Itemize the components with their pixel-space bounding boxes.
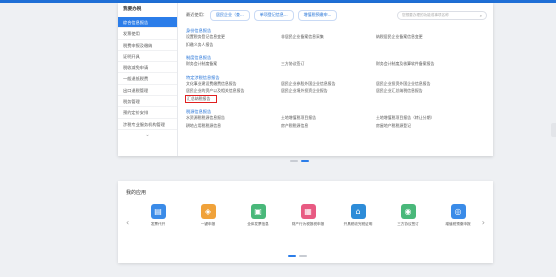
sidebar-item-relief[interactable]: 税收减免申请 — [118, 62, 177, 74]
menu-link[interactable]: 财务会计制度备案 — [186, 61, 281, 68]
chevron-right-icon[interactable]: › — [482, 218, 485, 227]
app-label: 财产行为税报税申报 — [291, 222, 325, 226]
menu-link[interactable]: 非居民企业备案信息采集 — [281, 34, 376, 41]
tax-menu-panel: 我要办税 综合信息报告 发票使用 税费申报及缴纳 证明开具 税收减免申请 一般退… — [118, 3, 493, 156]
app-label: 全体发票信息 — [247, 222, 269, 226]
menu-link[interactable]: 居民企业参股外国企业信息报告 — [281, 81, 376, 88]
menu-link[interactable]: 居民企业投资外国企业信息报告 — [376, 81, 486, 88]
sidebar-item-info-report[interactable]: 综合信息报告 — [118, 17, 177, 29]
app-label: 三方协议签订 — [397, 222, 419, 226]
section-title: 身份信息报告 — [186, 28, 212, 33]
menu-link[interactable]: 纳税居民企业备案信息变更 — [376, 34, 486, 41]
sidebar-item-export-refund[interactable]: 出口退税管理 — [118, 85, 177, 97]
recent-pill[interactable]: 增值税预缴申... — [297, 9, 338, 21]
section-tax-source: 税源信息报告 水资源税税源信息报告 土地增值税项目报告 土地增值税项目报告（转让… — [186, 108, 487, 129]
app-icon: ⌂ — [350, 204, 366, 219]
menu-link[interactable]: 房屋地产税税源登记 — [376, 123, 486, 130]
app-icon: ◎ — [450, 204, 466, 219]
app-tile[interactable]: ▤ 发票代开 — [138, 204, 178, 227]
menu-link-highlighted[interactable]: 汇总纳税报告 — [185, 94, 217, 103]
app-icon: ▦ — [300, 204, 316, 219]
app-tile[interactable]: ▦ 财产行为税报税申报 — [288, 204, 328, 227]
carousel-dot-active[interactable] — [288, 255, 296, 257]
carousel-dot-active[interactable] — [301, 160, 309, 162]
menu-link[interactable]: 居民企业境外投资企业报告 — [281, 88, 376, 95]
sidebar-item-agency[interactable]: 涉税专业服务机构管理 — [118, 119, 177, 130]
app-icon: ◉ — [400, 204, 416, 219]
app-tile[interactable]: ◎ 增值税预缴申报 — [438, 204, 478, 227]
menu-link[interactable]: 土地增值税项目报告 — [281, 115, 376, 122]
chevron-down-icon[interactable]: ⌄ — [118, 132, 177, 138]
apps-carousel-indicator — [288, 255, 307, 257]
sidebar-item-tax-management[interactable]: 税务管理 — [118, 96, 177, 108]
recent-pill[interactable]: 居民企业（查... — [209, 9, 250, 21]
sidebar-item-refund[interactable]: 一般退抵税费 — [118, 73, 177, 85]
my-apps-panel: 我的应用 ‹ › ▤ 发票代开 ◈ 一键申报 ▣ 全体发票信息 ▦ 财产行为税报税申报 ⌂ 开具税… — [118, 181, 493, 263]
menu-content: 最近使用： 居民企业（查... 单项登记信息... 增值税预缴申... 您想要办… — [178, 3, 493, 156]
app-tile[interactable]: ◈ 一键申报 — [188, 204, 228, 227]
sidebar: 我要办税 综合信息报告 发票使用 税费申报及缴纳 证明开具 税收减免申请 一般退… — [118, 3, 178, 156]
chevron-left-icon[interactable]: ‹ — [126, 218, 129, 227]
apps-list: ▤ 发票代开 ◈ 一键申报 ▣ 全体发票信息 ▦ 财产行为税报税申报 ⌂ 开具税收完税证明 ◉ 三方协… — [138, 204, 478, 227]
side-panel-handle[interactable] — [551, 123, 556, 137]
app-label: 开具税收完税证明 — [343, 222, 373, 226]
menu-link[interactable]: 文化事业建设费缴费信息报告 — [186, 81, 281, 88]
sidebar-item-certificate[interactable]: 证明开具 — [118, 51, 177, 63]
app-icon: ▤ — [150, 204, 166, 219]
menu-link[interactable]: 房产税税源信息 — [281, 123, 376, 130]
app-tile[interactable]: ▣ 全体发票信息 — [238, 204, 278, 227]
menu-link[interactable]: 居民企业汇总纳税信息报告 — [376, 88, 486, 95]
menu-link[interactable]: 水资源税税源信息报告 — [186, 115, 281, 122]
sidebar-item-pricing[interactable]: 预约定价安排 — [118, 107, 177, 119]
menu-link[interactable]: 居民企业的资产以及相关信息报告 — [186, 88, 281, 95]
section-special: 特定涉税信息报告 文化事业建设费缴费信息报告 居民企业参股外国企业信息报告 居民… — [185, 74, 487, 103]
sidebar-item-invoice[interactable]: 发票使用 — [118, 28, 177, 40]
carousel-dot[interactable] — [299, 255, 307, 257]
app-label: 增值税预缴申报 — [445, 222, 471, 226]
menu-link[interactable]: 扣缴义务人报告 — [186, 42, 281, 49]
recent-pill[interactable]: 单项登记信息... — [253, 9, 294, 21]
carousel-indicator — [290, 160, 309, 162]
menu-link[interactable]: 设置税务登记信息变更 — [186, 34, 281, 41]
carousel-dot[interactable] — [290, 160, 298, 162]
menu-link[interactable]: 三方协议签订 — [281, 61, 376, 68]
menu-link[interactable]: 财务会计制度及核算软件备案报告 — [376, 61, 486, 68]
app-icon: ▣ — [250, 204, 266, 219]
menu-link[interactable]: 土地增值税项目报告（转让分期） — [376, 115, 486, 122]
search-placeholder: 您想要办理的功能或事项名称 — [402, 12, 449, 17]
search-icon[interactable]: ⌕ — [480, 13, 482, 18]
section-title: 制度信息报告 — [186, 55, 212, 60]
sidebar-title: 我要办税 — [123, 7, 142, 12]
app-tile[interactable]: ◉ 三方协议签订 — [388, 204, 428, 227]
section-title: 税源信息报告 — [186, 109, 212, 114]
menu-link[interactable]: 耕地占用税税源信息 — [186, 123, 281, 130]
app-icon: ◈ — [200, 204, 216, 219]
section-system: 制度信息报告 财务会计制度备案 三方协议签订 财务会计制度及核算软件备案报告 — [186, 54, 487, 68]
app-tile[interactable]: ⌂ 开具税收完税证明 — [338, 204, 378, 227]
search-input[interactable]: 您想要办理的功能或事项名称 ⌕ — [397, 10, 487, 20]
apps-title: 我的应用 — [126, 190, 147, 196]
app-label: 一键申报 — [200, 222, 216, 226]
recent-label: 最近使用： — [186, 12, 207, 17]
app-label: 发票代开 — [150, 222, 166, 226]
section-title: 特定涉税信息报告 — [186, 74, 220, 80]
recent-row: 最近使用： 居民企业（查... 单项登记信息... 增值税预缴申... 您想要办… — [186, 9, 487, 21]
section-identity: 身份信息报告 设置税务登记信息变更 非居民企业备案信息采集 纳税居民企业备案信息… — [186, 27, 487, 48]
sidebar-item-declare[interactable]: 税费申报及缴纳 — [118, 40, 177, 51]
